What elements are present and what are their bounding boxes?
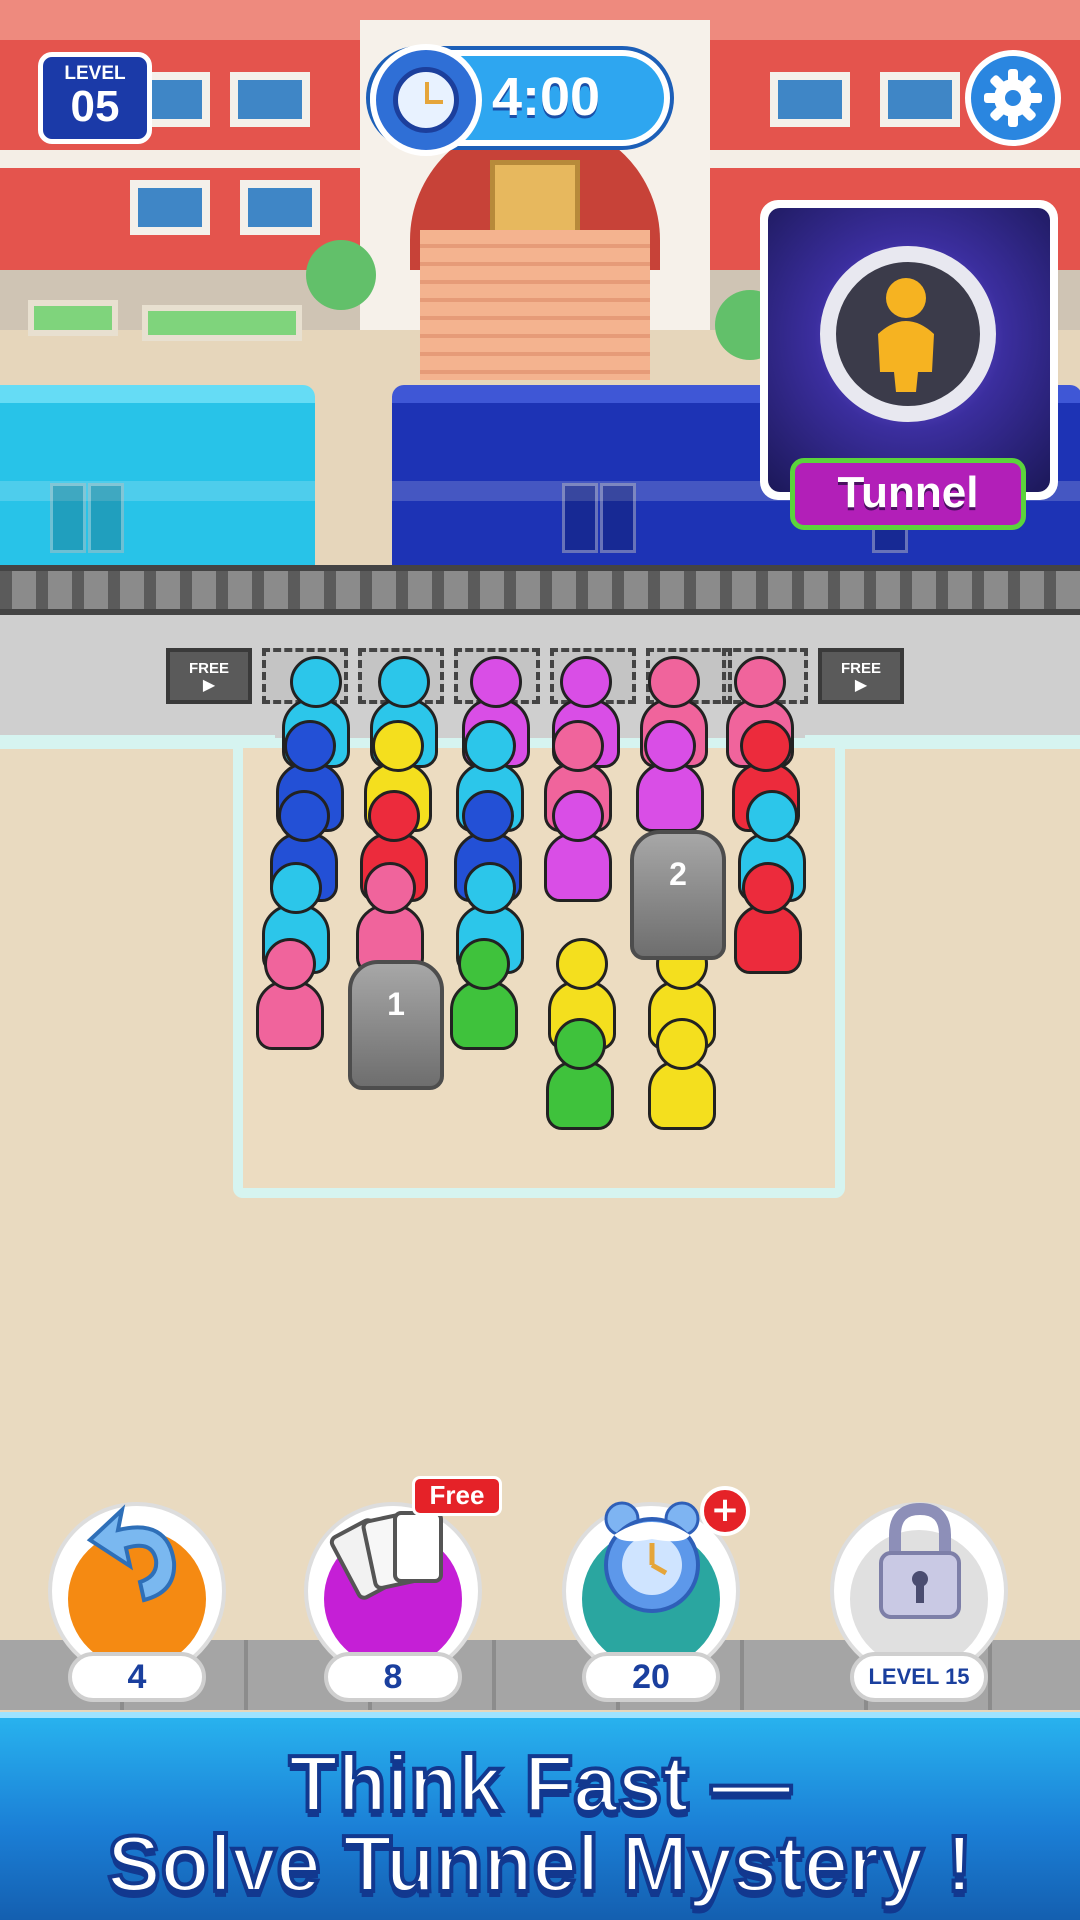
padlock-icon — [850, 1490, 990, 1630]
timer: 4:00 — [370, 44, 670, 156]
unlock-card-label: Tunnel — [790, 458, 1026, 530]
passenger-green[interactable] — [542, 1018, 618, 1138]
undo-booster[interactable]: 4 — [48, 1490, 226, 1702]
timer-value: 4:00 — [492, 67, 601, 127]
free-slot-left[interactable]: FREE ▶ — [166, 648, 252, 704]
tunnel-number: 1 — [387, 986, 405, 1022]
freeze-count: 20 — [582, 1652, 720, 1702]
undo-arrow-icon — [68, 1490, 208, 1630]
free-tag: Free — [412, 1476, 502, 1516]
passenger-green[interactable] — [446, 938, 522, 1058]
level-badge: LEVEL 05 — [38, 52, 152, 144]
passenger-yellow[interactable] — [644, 1018, 720, 1138]
video-icon: ▶ — [854, 674, 868, 694]
promo-banner: Think Fast — Solve Tunnel Mystery ! — [0, 1712, 1080, 1920]
window — [240, 180, 320, 235]
train-car-cyan — [0, 385, 315, 575]
person-in-tunnel-icon — [878, 278, 934, 392]
tunnel-2[interactable]: 2 — [630, 830, 726, 960]
level-number: 05 — [70, 82, 120, 131]
buy-more-icon[interactable]: + — [700, 1486, 750, 1536]
entrance-stairs — [420, 230, 650, 380]
passenger-pink[interactable] — [252, 938, 328, 1058]
video-icon: ▶ — [202, 674, 216, 694]
window — [130, 180, 210, 235]
passenger-magenta[interactable] — [540, 790, 616, 910]
free-slot-label: FREE — [188, 659, 229, 677]
unlock-card-art — [768, 208, 1050, 492]
tunnel-number: 2 — [669, 856, 687, 892]
settings-button[interactable] — [965, 50, 1061, 146]
undo-count: 4 — [68, 1652, 206, 1702]
banner-line-1: Think Fast — — [287, 1737, 793, 1830]
window — [880, 72, 960, 127]
passenger-red[interactable] — [730, 862, 806, 982]
window — [230, 72, 310, 127]
shuffle-booster[interactable]: 8 — [304, 1490, 482, 1702]
alarm-clock-icon — [370, 44, 482, 156]
hedge — [142, 305, 302, 341]
gear-icon — [984, 69, 1042, 127]
entrance-door — [490, 160, 580, 240]
passenger-magenta[interactable] — [632, 720, 708, 840]
hedge — [28, 300, 118, 336]
railway-track — [0, 565, 1080, 615]
window — [770, 72, 850, 127]
free-slot-right[interactable]: FREE ▶ — [818, 648, 904, 704]
tree — [306, 240, 376, 310]
shuffle-count: 8 — [324, 1652, 462, 1702]
free-slot-label: FREE — [840, 659, 881, 677]
unlock-card[interactable] — [760, 200, 1058, 500]
tunnel-1[interactable]: 1 — [348, 960, 444, 1090]
locked-booster[interactable]: LEVEL 15 — [830, 1490, 1008, 1702]
banner-line-2: Solve Tunnel Mystery ! — [105, 1817, 974, 1910]
locked-label: LEVEL 15 — [850, 1652, 988, 1702]
